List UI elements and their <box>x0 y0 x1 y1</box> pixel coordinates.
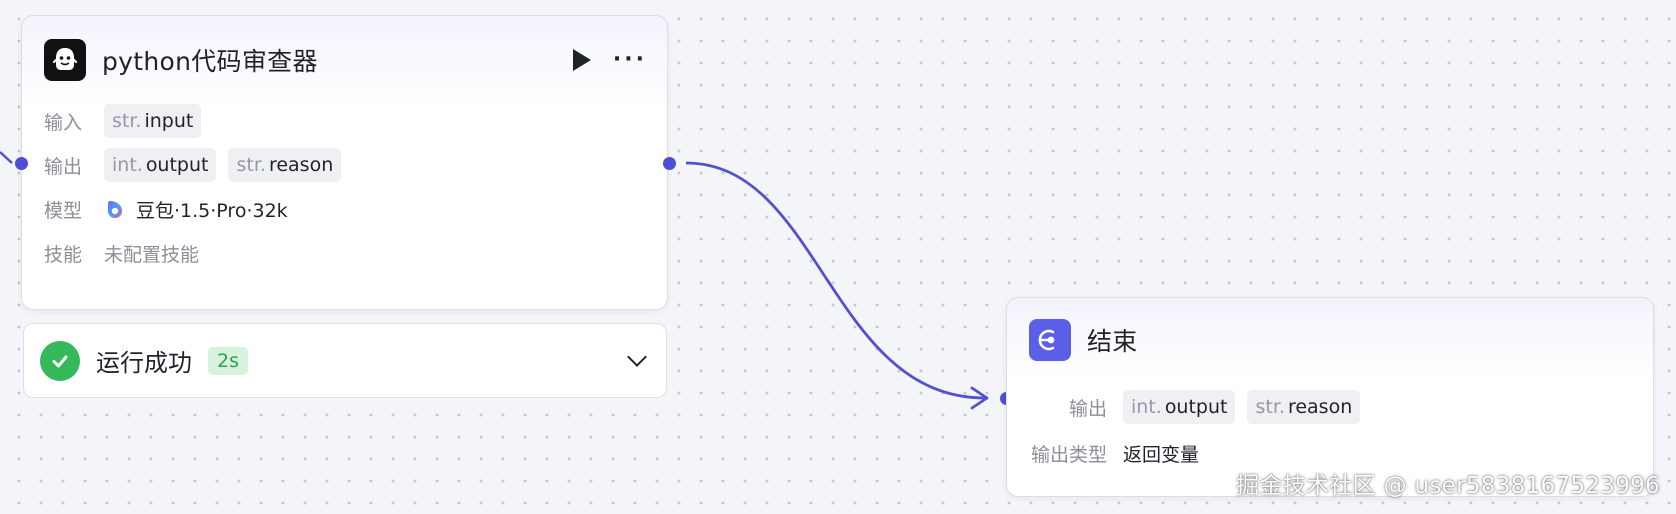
llm-node-title: python代码审查器 <box>102 47 318 76</box>
end-node-title: 结束 <box>1087 327 1138 356</box>
input-row: 输入 str. input <box>44 104 213 138</box>
run-status-text: 运行成功 <box>96 349 192 377</box>
end-node-header: 结束 <box>1029 318 1633 362</box>
end-node-icon <box>1029 319 1071 361</box>
run-play-icon[interactable] <box>572 49 591 71</box>
output-row: 输出 int. output str. reason <box>44 148 353 182</box>
duration-badge: 2s <box>208 346 248 375</box>
end-output-type-row: 输出类型 返回变量 <box>1007 436 1199 470</box>
skill-value: 未配置技能 <box>104 243 200 266</box>
more-options-icon[interactable]: ··· <box>613 49 647 71</box>
output-label: 输出 <box>44 155 83 178</box>
llm-node-header: python代码审查器 ··· <box>44 38 647 82</box>
ghost-icon <box>44 39 86 81</box>
input-variable-tag: str. input <box>104 104 202 138</box>
skill-label: 技能 <box>44 243 83 266</box>
model-row: 模型 豆包·1.5·Pro·32k <box>44 192 288 226</box>
output-variable-tag: int. output <box>104 148 217 182</box>
skill-row: 技能 未配置技能 <box>44 236 199 270</box>
llm-node-input-port[interactable] <box>15 157 28 170</box>
output-variable-tag: str. reason <box>228 148 342 182</box>
end-output-variable-tag: str. reason <box>1247 390 1361 424</box>
end-output-type-label: 输出类型 <box>1030 443 1107 466</box>
run-status-bar[interactable]: 运行成功 2s <box>23 323 667 398</box>
llm-node-card[interactable]: python代码审查器 ··· 输入 str. input 输出 int. outp… <box>21 15 668 310</box>
model-value[interactable]: 豆包·1.5·Pro·32k <box>136 196 288 223</box>
doubao-model-icon <box>108 201 122 218</box>
success-check-icon <box>40 340 80 381</box>
chevron-down-icon[interactable] <box>627 346 647 367</box>
model-label: 模型 <box>44 199 83 222</box>
end-output-row: 输出 int. output str. reason <box>1007 390 1372 424</box>
end-output-type-value[interactable]: 返回变量 <box>1123 440 1199 467</box>
end-output-variable-tag: int. output <box>1123 390 1236 424</box>
llm-node-output-port[interactable] <box>663 157 676 170</box>
input-label: 输入 <box>44 111 83 134</box>
watermark: 掘金技术社区 @ user5838167523996 <box>1236 473 1660 499</box>
end-output-label: 输出 <box>1068 397 1107 420</box>
